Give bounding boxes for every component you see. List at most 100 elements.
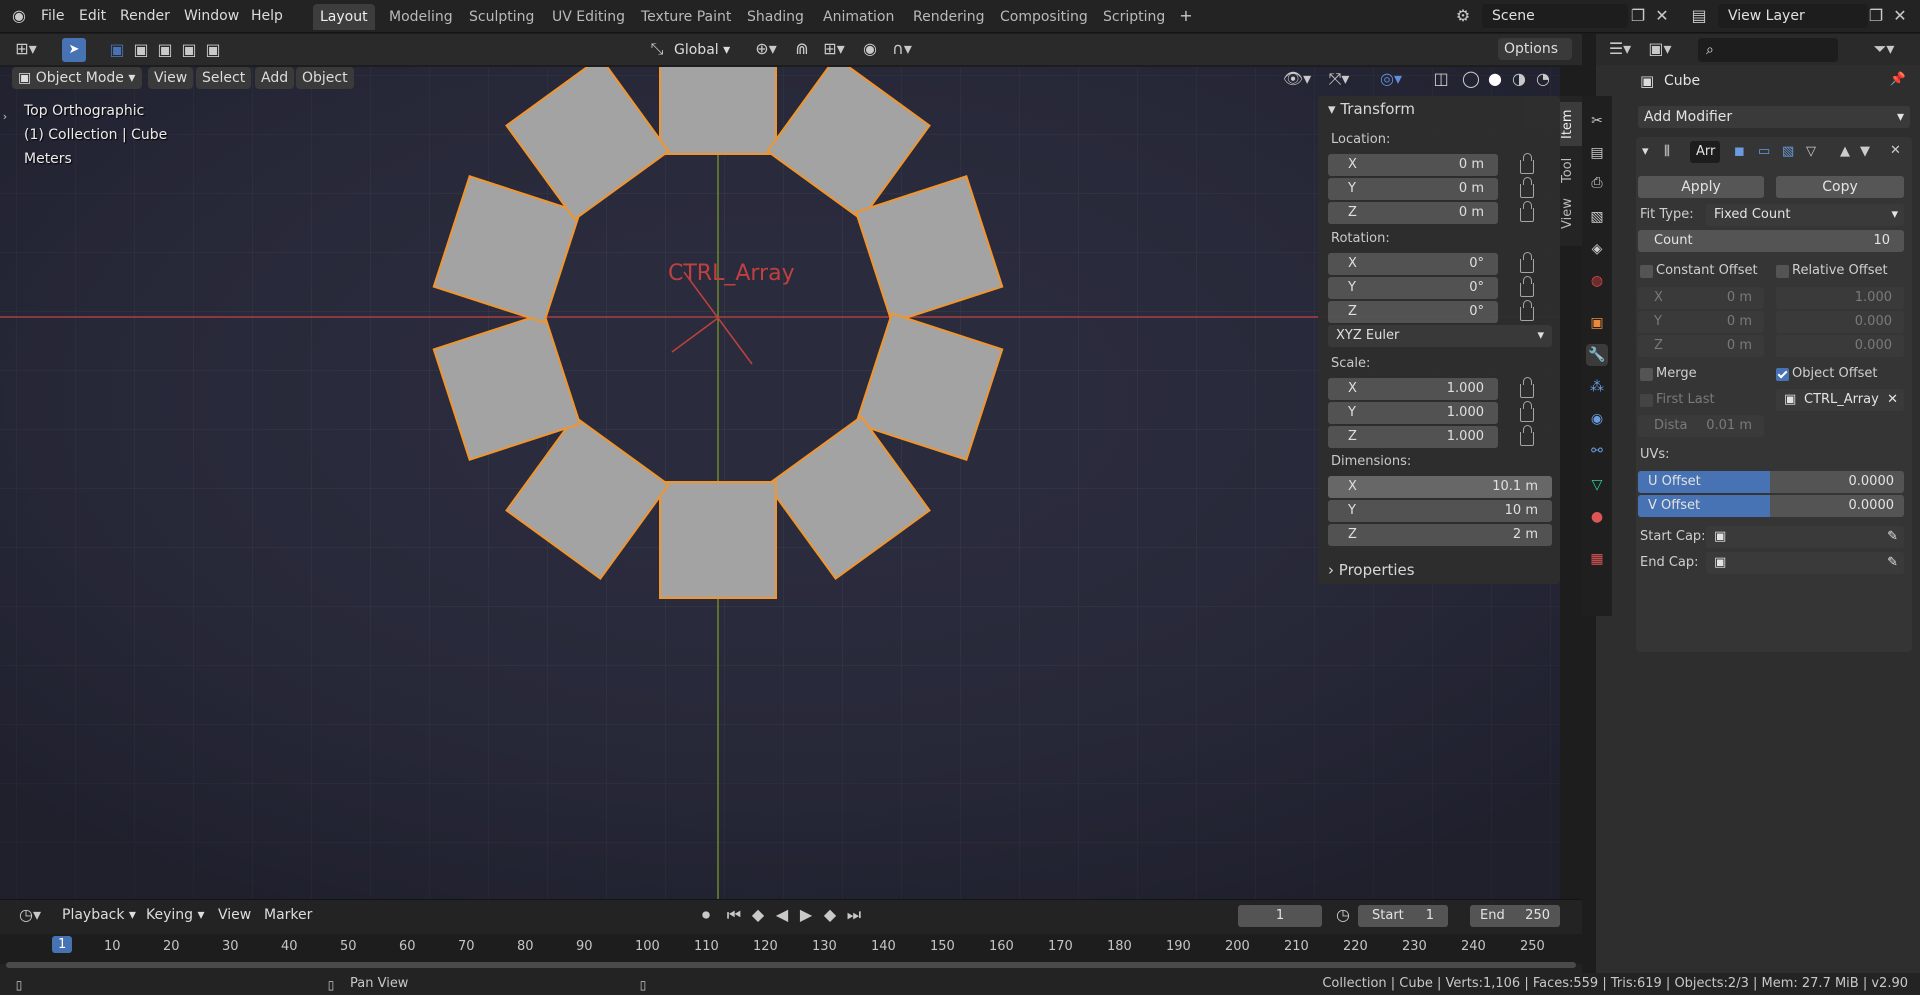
object-properties-icon[interactable]: ▣ (1586, 312, 1608, 334)
delete-view-layer-icon[interactable]: ✕ (1890, 6, 1910, 26)
lock-icon[interactable] (1520, 300, 1534, 321)
scale-x-field[interactable]: X 1.000 (1328, 378, 1498, 400)
tab-tool[interactable]: Tool (1560, 150, 1582, 190)
playback-menu[interactable]: Playback ▾ (56, 904, 142, 926)
record-icon[interactable]: ⏺ (696, 905, 716, 925)
blender-logo-icon[interactable]: ◉ (8, 6, 30, 26)
select-box-intersect-icon[interactable]: ▣ (202, 40, 224, 60)
material-properties-icon[interactable]: ● (1586, 506, 1608, 528)
location-y-field[interactable]: Y0 m (1328, 178, 1498, 200)
tool-properties-icon[interactable]: ✂ (1586, 110, 1608, 132)
location-z-field[interactable]: Z0 m (1328, 202, 1498, 224)
scene-icon[interactable]: ⚙ (1448, 6, 1478, 26)
visibility-icon[interactable]: 👁▾ (1280, 69, 1314, 89)
tab-animation[interactable]: Animation (816, 4, 901, 30)
editmode-visibility-icon[interactable]: ▧ (1782, 144, 1794, 159)
v-offset-field[interactable]: V Offset 0.0000 (1638, 495, 1904, 517)
tab-uv-editing[interactable]: UV Editing (545, 4, 632, 30)
end-frame-field[interactable]: End 250 (1470, 905, 1560, 927)
move-down-icon[interactable]: ▼ (1860, 144, 1870, 159)
lock-icon[interactable] (1520, 177, 1534, 198)
properties-editor-icon[interactable]: ☰▾ (1602, 39, 1638, 59)
properties-header[interactable]: › Properties (1328, 561, 1415, 579)
modifier-properties-icon[interactable]: 🔧 (1586, 344, 1608, 366)
add-menu[interactable]: Add (255, 67, 295, 89)
copy-button[interactable]: Copy (1776, 176, 1904, 198)
rotation-y-field[interactable]: Y 0° (1328, 277, 1498, 299)
data-properties-icon[interactable]: ▽ (1586, 474, 1608, 496)
viewport-visibility-icon[interactable]: ▭ (1758, 144, 1770, 159)
start-cap-field[interactable]: ▣ ✎ (1706, 526, 1904, 548)
relative-offset-checkbox[interactable] (1776, 265, 1789, 278)
current-frame-field[interactable]: 1 (1238, 905, 1322, 927)
lock-icon[interactable] (1520, 201, 1534, 222)
rotation-mode-dropdown[interactable]: XYZ Euler ▾ (1328, 325, 1552, 347)
add-workspace-icon[interactable]: + (1176, 6, 1196, 26)
select-menu[interactable]: Select (196, 67, 252, 89)
menu-help[interactable]: Help (247, 5, 287, 27)
object-offset-checkbox[interactable] (1776, 368, 1789, 381)
fit-type-dropdown[interactable]: Fixed Count ▾ (1706, 204, 1904, 226)
select-tool-icon[interactable]: ➤ (62, 38, 86, 62)
toolbar-toggle-icon[interactable]: › (0, 107, 10, 127)
start-frame-field[interactable]: Start 1 (1358, 905, 1448, 927)
object-menu[interactable]: Object (296, 67, 354, 89)
u-offset-field[interactable]: U Offset 0.0000 (1638, 471, 1904, 493)
physics-properties-icon[interactable]: ◉ (1586, 408, 1608, 430)
lock-icon[interactable] (1520, 377, 1534, 398)
merge-checkbox[interactable] (1640, 368, 1653, 381)
jump-start-icon[interactable]: ⏮ (724, 905, 744, 925)
tab-rendering[interactable]: Rendering (906, 4, 992, 30)
remove-modifier-icon[interactable]: ✕ (1890, 143, 1901, 158)
on-cage-icon[interactable]: ▽ (1806, 144, 1816, 159)
constant-offset-x-field[interactable]: X0 m (1638, 287, 1764, 309)
collapse-icon[interactable]: ▾ (1642, 144, 1649, 159)
material-shading-icon[interactable]: ◑ (1508, 69, 1530, 89)
keying-menu[interactable]: Keying ▾ (140, 904, 211, 926)
tab-sculpting[interactable]: Sculpting (462, 4, 541, 30)
clear-object-icon[interactable]: ✕ (1887, 389, 1898, 411)
view-layer-properties-icon[interactable]: ▧ (1586, 206, 1608, 228)
tab-layout[interactable]: Layout (313, 4, 375, 30)
location-x-field[interactable]: X0 m (1328, 154, 1498, 176)
count-field[interactable]: Count 10 (1638, 230, 1904, 252)
menu-window[interactable]: Window (180, 5, 243, 27)
new-view-layer-icon[interactable]: ❐ (1866, 6, 1886, 26)
view-layer-icon[interactable]: ▤ (1684, 6, 1714, 26)
timeline-editor-icon[interactable]: ◷▾ (12, 905, 48, 925)
first-last-checkbox[interactable] (1640, 394, 1653, 407)
menu-edit[interactable]: Edit (75, 5, 110, 27)
camera-visibility-icon[interactable]: ◼ (1734, 144, 1745, 159)
wireframe-shading-icon[interactable]: ◯ (1460, 69, 1482, 89)
snap-icon[interactable]: ⋒ (790, 39, 814, 59)
view-menu[interactable]: View (212, 904, 257, 926)
scene-name-field[interactable]: Scene (1482, 4, 1628, 28)
properties-search-input[interactable]: ⌕ (1698, 38, 1838, 62)
eyedropper-icon[interactable]: ✎ (1887, 552, 1898, 574)
play-icon[interactable]: ▶ (796, 905, 816, 925)
tab-scripting[interactable]: Scripting (1096, 4, 1172, 30)
lock-icon[interactable] (1520, 425, 1534, 446)
dimension-x-field[interactable]: X 10.1 m (1328, 476, 1552, 498)
constraints-properties-icon[interactable]: ⚯ (1586, 440, 1608, 462)
options-dropdown[interactable]: Options ▾ (1498, 38, 1572, 79)
transform-orientation-dropdown[interactable]: Global ▾ (668, 39, 742, 61)
relative-offset-y-field[interactable]: 0.000 (1776, 311, 1904, 333)
lock-icon[interactable] (1520, 401, 1534, 422)
next-keyframe-icon[interactable]: ◆ (820, 905, 840, 925)
menu-render[interactable]: Render (116, 5, 174, 27)
constant-offset-y-field[interactable]: Y0 m (1638, 311, 1764, 333)
pin-icon[interactable]: 📌 (1890, 72, 1906, 87)
tab-texture-paint[interactable]: Texture Paint (634, 4, 738, 30)
transform-orientation-icon[interactable]: ⤡ (646, 39, 668, 59)
particles-properties-icon[interactable]: ⁂ (1586, 376, 1608, 398)
jump-end-icon[interactable]: ⏭ (844, 905, 864, 925)
rotation-x-field[interactable]: X 0° (1328, 253, 1498, 275)
modifier-name-field[interactable]: Arr (1690, 141, 1720, 163)
rotation-z-field[interactable]: Z 0° (1328, 301, 1498, 323)
add-modifier-dropdown[interactable]: Add Modifier ▾ (1638, 106, 1910, 128)
delete-scene-icon[interactable]: ✕ (1652, 6, 1672, 26)
gizmo-icon[interactable]: ⤧▾ (1322, 69, 1356, 89)
texture-properties-icon[interactable]: ▦ (1586, 548, 1608, 570)
tab-modeling[interactable]: Modeling (382, 4, 460, 30)
